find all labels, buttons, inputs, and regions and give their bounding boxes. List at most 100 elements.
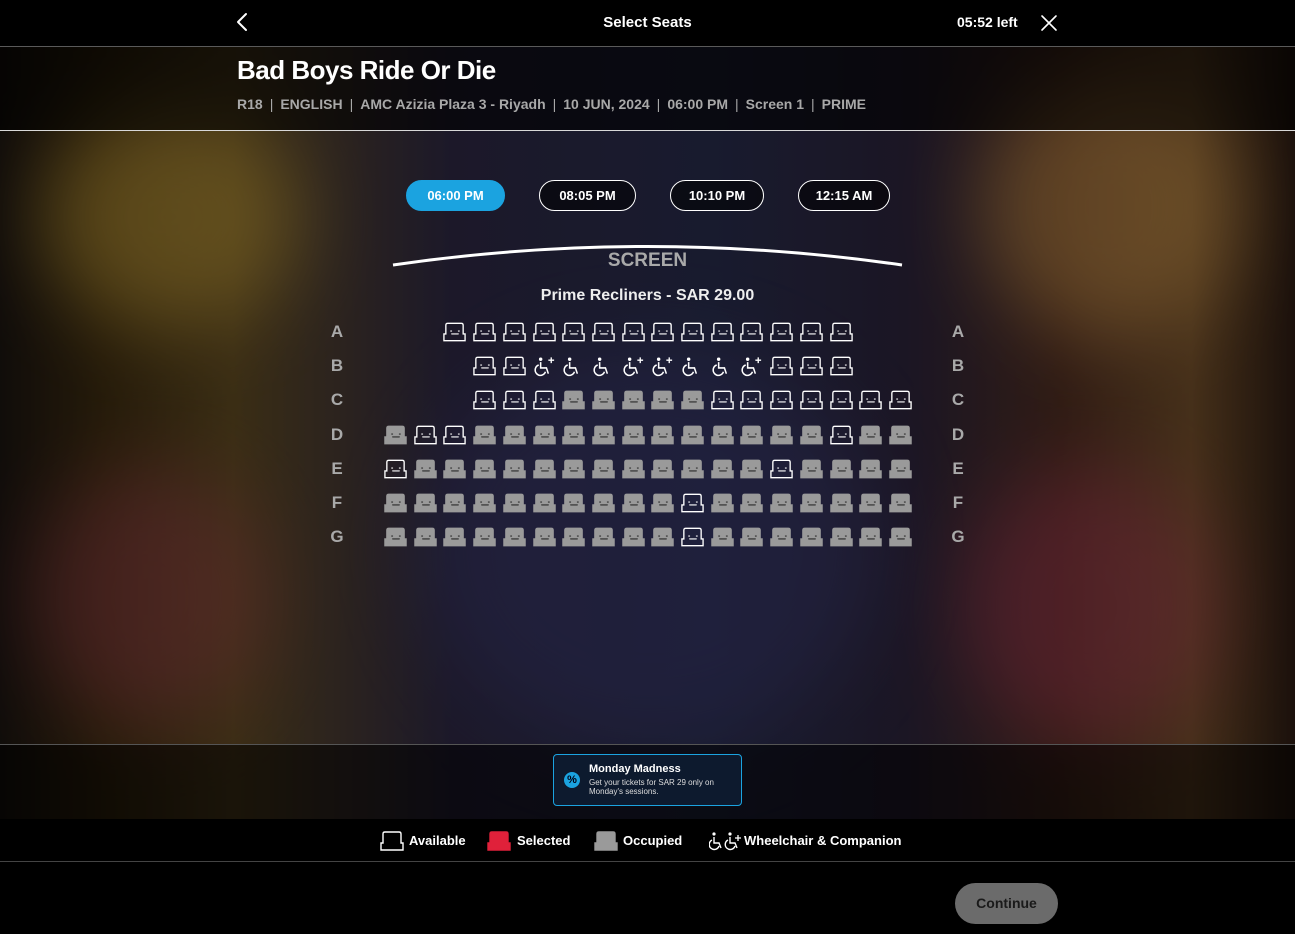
seat-occupied [473,459,496,479]
seat-available[interactable] [680,526,705,548]
seat-wheelchair[interactable] [591,355,616,377]
rating-label: R18 [237,96,263,112]
date-label: 10 JUN, 2024 [563,96,650,112]
seat-available[interactable] [591,321,616,343]
seat-available[interactable] [532,321,557,343]
legend-selected-label: Selected [517,833,571,848]
seat-available[interactable] [680,321,705,343]
seat-available[interactable] [829,389,854,411]
seat-occupied [770,527,793,547]
promo-title: Monday Madness [589,763,681,775]
seat-available[interactable] [650,321,675,343]
seat-category-price: Prime Recliners - SAR 29.00 [540,287,755,304]
row-label-right: B [951,356,965,376]
seat-occupied [473,527,496,547]
screen-label: Screen 1 [745,96,805,112]
seat-available[interactable] [442,321,467,343]
seat-occupied [592,391,615,410]
seat-available[interactable] [799,321,824,343]
row-label-right: A [951,322,965,341]
legend-occupied-label: Occupied [623,833,683,848]
seat-available[interactable] [472,389,497,411]
seat-occupied [621,459,645,479]
seat-companion[interactable] [739,355,764,377]
seat-available[interactable] [829,424,854,446]
seat-occupied [503,527,526,547]
legend-available-label: Available [409,833,466,848]
seat-occupied [740,527,764,547]
seat-wheelchair[interactable] [710,355,735,377]
seat-occupied [889,459,912,479]
seat-available[interactable] [769,389,794,411]
seat-available[interactable] [769,458,794,480]
seat-occupied [770,425,793,444]
seat-available[interactable] [502,355,527,377]
showtime-button[interactable]: 10:10 PM [670,180,764,211]
close-icon[interactable] [1038,12,1060,34]
seat-occupied [859,425,882,444]
seat-occupied [503,459,526,479]
seat-occupied [889,425,912,444]
seat-available[interactable] [829,355,854,377]
seat-available[interactable] [710,321,735,343]
meta-separator: | [735,96,739,112]
meta-separator: | [349,96,354,112]
seat-occupied [710,527,734,547]
seat-available[interactable] [472,321,497,343]
top-bar: Select Seats 05:52 left [0,0,1295,47]
seat-occupied [621,527,645,547]
seat-occupied [413,527,437,547]
seat-available[interactable] [442,424,467,446]
seat-available[interactable] [413,424,438,446]
seat-available[interactable] [680,492,705,514]
seat-occupied [859,459,882,479]
seat-available[interactable] [829,321,854,343]
row-label-right: C [951,390,965,410]
seat-available[interactable] [799,355,824,377]
seat-available[interactable] [561,321,586,343]
seat-available[interactable] [532,389,557,411]
page-title: Select Seats [603,14,692,31]
seat-companion[interactable] [532,355,557,377]
seat-occupied [829,459,853,479]
seat-occupied [413,459,437,479]
seat-wheelchair[interactable] [680,355,705,377]
seat-available[interactable] [739,389,764,411]
available-seat-icon [380,831,404,851]
seat-available[interactable] [858,389,883,411]
showtime-button[interactable]: 08:05 PM [539,180,636,211]
seat-occupied [800,493,823,513]
seat-occupied [681,425,704,444]
seat-occupied [443,493,467,513]
seat-available[interactable] [739,321,764,343]
seat-available[interactable] [769,321,794,343]
showtime-button[interactable]: 06:00 PM [406,180,505,211]
seat-available[interactable] [502,389,527,411]
seat-occupied [651,391,675,410]
seat-available[interactable] [888,389,913,411]
seat-available[interactable] [472,355,497,377]
seat-available[interactable] [621,321,646,343]
promo-banner[interactable]: % Monday Madness Get your tickets for SA… [553,754,742,806]
showtime-button[interactable]: 12:15 AM [798,180,890,211]
seat-available[interactable] [383,458,408,480]
seat-available[interactable] [502,321,527,343]
continue-button[interactable]: Continue [955,883,1058,924]
seat-occupied [592,493,615,513]
seat-occupied [651,493,675,513]
seat-wheelchair[interactable] [561,355,586,377]
seat-available[interactable] [799,389,824,411]
seat-occupied [532,425,556,444]
seat-available[interactable] [710,389,735,411]
seat-companion[interactable] [621,355,646,377]
seat-occupied [770,493,793,513]
row-label-right: G [951,527,965,547]
seat-occupied [651,459,675,479]
seat-occupied [473,425,496,444]
seat-occupied [621,391,645,410]
seat-available[interactable] [769,355,794,377]
seat-occupied [710,493,734,513]
seat-occupied [443,527,467,547]
seat-occupied [800,459,823,479]
seat-companion[interactable] [650,355,675,377]
